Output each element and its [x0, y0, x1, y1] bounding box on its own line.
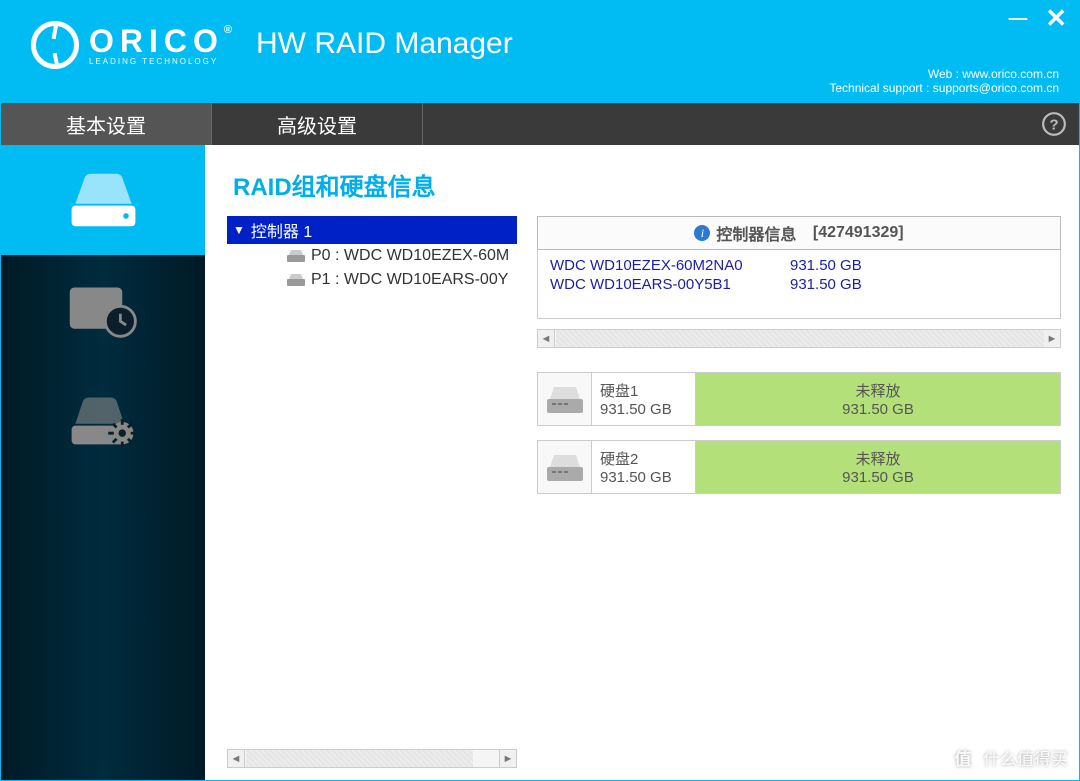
expand-arrow-icon: ▼ — [233, 223, 245, 237]
info-pane: i 控制器信息 [427491329] WDC WD10EZEX-60M2NA0… — [537, 216, 1061, 768]
drive-row: WDC WD10EARS-00Y5B1 931.50 GB — [550, 275, 1048, 294]
sidebar — [1, 145, 205, 780]
disk-name: 硬盘2 — [600, 448, 687, 469]
scroll-left-button[interactable]: ◄ — [538, 330, 555, 347]
calendar-clock-icon — [66, 278, 141, 343]
tree-disk-item[interactable]: P1 : WDC WD10EARS-00Y — [227, 268, 517, 292]
tree-controller[interactable]: ▼ 控制器 1 — [227, 216, 517, 244]
disk-block-icon — [538, 441, 592, 493]
disk-status: 未释放 931.50 GB — [696, 373, 1060, 425]
scroll-right-button[interactable]: ► — [499, 750, 516, 767]
disk-size: 931.50 GB — [600, 469, 687, 486]
svg-text:?: ? — [1049, 116, 1058, 133]
minimize-button[interactable]: ─ — [1009, 5, 1027, 31]
app-title: HW RAID Manager — [256, 27, 513, 61]
help-icon: ? — [1041, 111, 1067, 137]
drive-icon — [547, 453, 583, 481]
drive-icon — [287, 274, 305, 286]
horizontal-scrollbar[interactable]: ◄ ► — [537, 329, 1061, 348]
disk-icon — [66, 168, 141, 233]
content: RAID组和硬盘信息 ▼ 控制器 1 P0 : WDC WD10EZEX-60M — [205, 145, 1079, 780]
controller-info-header: i 控制器信息 [427491329] — [537, 216, 1061, 250]
scroll-thumb[interactable] — [246, 750, 473, 767]
drive-icon — [547, 385, 583, 413]
close-button[interactable]: ✕ — [1045, 5, 1067, 31]
sidebar-item-disk-settings[interactable] — [1, 365, 205, 475]
disk-block: 硬盘1 931.50 GB 未释放 931.50 GB — [537, 372, 1061, 426]
brand-name: ORICO — [89, 23, 224, 59]
disk-status: 未释放 931.50 GB — [696, 441, 1060, 493]
logo-icon — [31, 21, 79, 69]
tab-basic[interactable]: 基本设置 — [1, 103, 211, 145]
tab-advanced[interactable]: 高级设置 — [212, 103, 422, 145]
disk-name: 硬盘1 — [600, 380, 687, 401]
disk-gear-icon — [66, 388, 141, 453]
sidebar-item-schedule[interactable] — [1, 255, 205, 365]
disk-size: 931.50 GB — [600, 401, 687, 418]
help-button[interactable]: ? — [1029, 103, 1079, 145]
disk-block-icon — [538, 373, 592, 425]
tree-disk-item[interactable]: P0 : WDC WD10EZEX-60M — [227, 244, 517, 268]
logo: ORICO® LEADING TECHNOLOGY — [31, 21, 238, 69]
footer-links: Web : www.orico.com.cn Technical support… — [829, 67, 1059, 95]
scroll-left-button[interactable]: ◄ — [228, 750, 245, 767]
scroll-right-button[interactable]: ► — [1043, 330, 1060, 347]
tree-pane: ▼ 控制器 1 P0 : WDC WD10EZEX-60M P1 : WDC W… — [227, 216, 517, 768]
scroll-thumb[interactable] — [556, 330, 1044, 347]
page-title: RAID组和硬盘信息 — [233, 167, 1061, 202]
drive-row: WDC WD10EZEX-60M2NA0 931.50 GB — [550, 256, 1048, 275]
disk-block: 硬盘2 931.50 GB 未释放 931.50 GB — [537, 440, 1061, 494]
drive-icon — [287, 250, 305, 262]
drive-list: WDC WD10EZEX-60M2NA0 931.50 GB WDC WD10E… — [537, 250, 1061, 319]
tabbar: 基本设置 高级设置 ? — [1, 103, 1079, 145]
titlebar: ORICO® LEADING TECHNOLOGY HW RAID Manage… — [1, 1, 1079, 103]
brand-tagline: LEADING TECHNOLOGY — [89, 57, 238, 66]
sidebar-item-disks[interactable] — [1, 145, 205, 255]
info-icon: i — [694, 225, 710, 241]
horizontal-scrollbar[interactable]: ◄ ► — [227, 749, 517, 768]
